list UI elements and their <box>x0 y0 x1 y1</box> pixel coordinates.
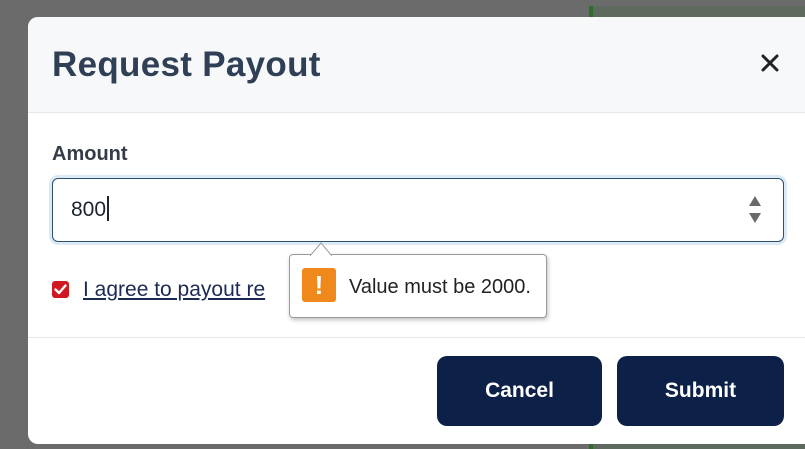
modal-header: Request Payout <box>28 17 805 113</box>
validation-message: Value must be 2000. <box>349 276 531 298</box>
text-caret <box>107 196 109 221</box>
modal-title: Request Payout <box>52 45 321 84</box>
amount-label: Amount <box>52 143 128 165</box>
chevron-down-icon[interactable] <box>747 211 763 225</box>
modal-footer: Cancel Submit <box>28 337 805 444</box>
cancel-button[interactable]: Cancel <box>437 356 602 426</box>
agree-checkbox[interactable] <box>52 281 69 298</box>
chevron-up-icon[interactable] <box>747 194 763 208</box>
agree-terms-link[interactable]: I agree to payout re <box>83 277 265 303</box>
amount-input-value: 800 <box>71 196 109 224</box>
checkmark-icon <box>54 284 67 295</box>
request-payout-modal: Request Payout Amount 800 I agree to pay… <box>28 17 805 444</box>
close-icon <box>761 54 779 72</box>
tooltip-arrow <box>310 242 332 256</box>
submit-button[interactable]: Submit <box>617 356 784 426</box>
warning-icon: ! <box>302 268 336 302</box>
validation-tooltip: ! Value must be 2000. <box>289 242 547 318</box>
close-button[interactable] <box>758 51 782 75</box>
amount-stepper[interactable] <box>747 194 763 226</box>
amount-input[interactable]: 800 <box>52 178 784 242</box>
